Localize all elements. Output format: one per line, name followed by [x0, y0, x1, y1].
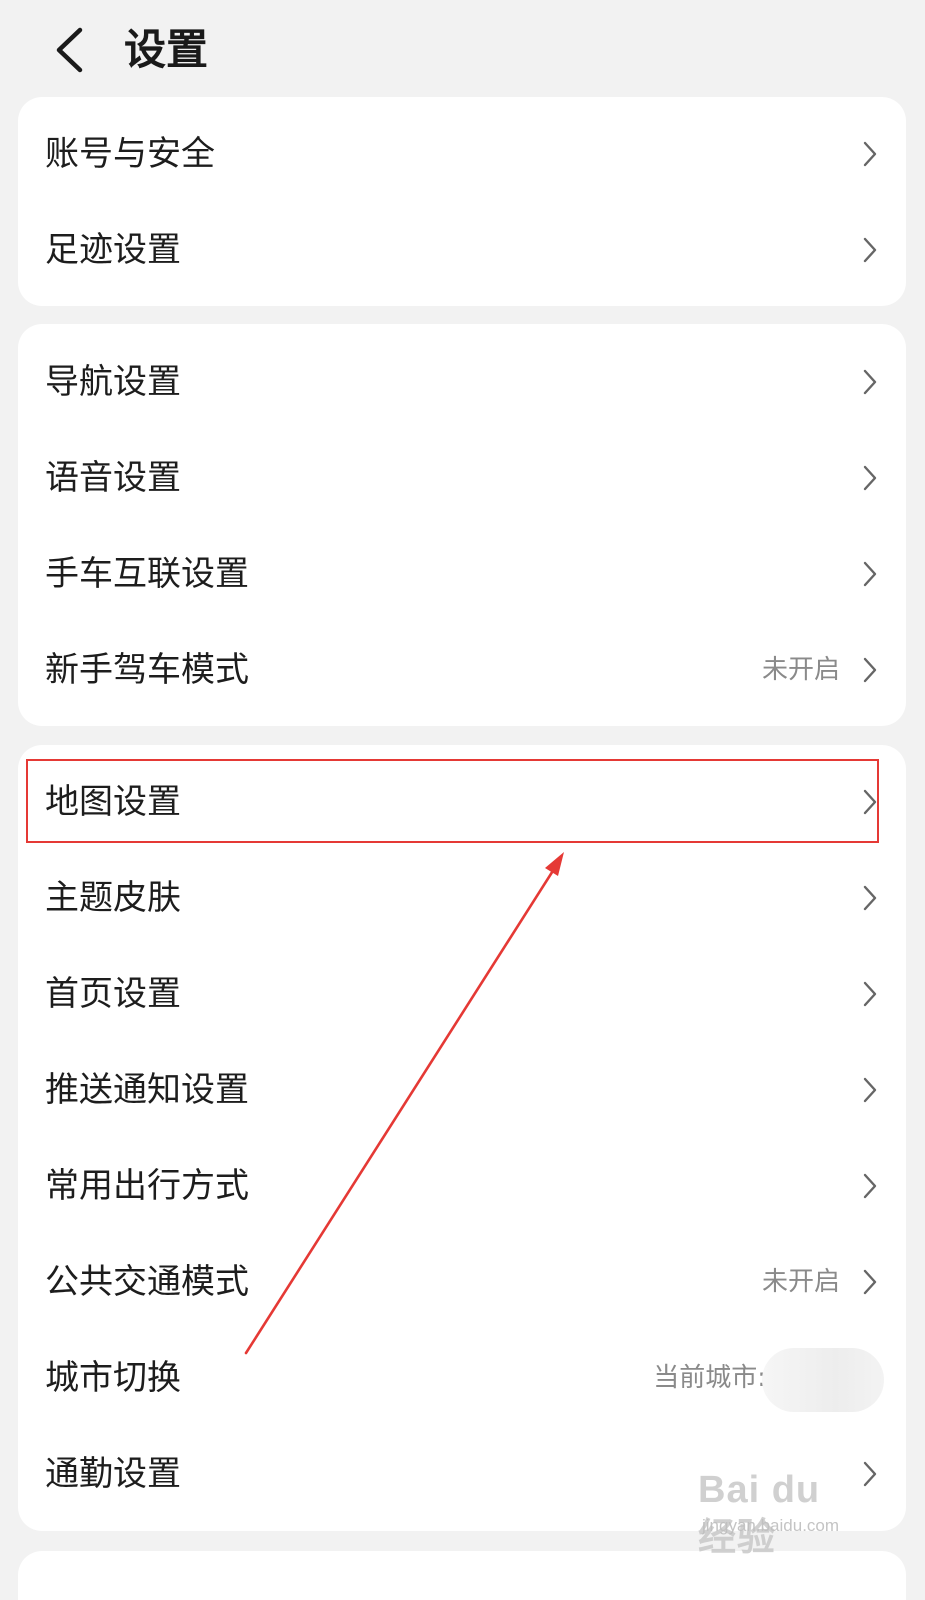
status-value: 未开启: [761, 1267, 840, 1297]
settings-group-more: [18, 1551, 906, 1600]
item-label: 公共交通模式: [45, 1262, 249, 1302]
settings-item-voice[interactable]: 语音设置: [18, 430, 906, 526]
item-label: 城市切换: [45, 1358, 181, 1398]
item-label: 首页设置: [45, 974, 181, 1014]
settings-item-homepage[interactable]: 首页设置: [18, 946, 906, 1042]
item-label: 新手驾车模式: [45, 650, 249, 690]
chevron-left-icon: [56, 27, 83, 73]
blurred-city-name: [762, 1348, 884, 1412]
settings-group-account: 账号与安全 足迹设置: [18, 97, 906, 306]
chevron-right-icon: [863, 561, 877, 587]
current-city-value: 当前城市:: [653, 1363, 766, 1393]
settings-item-footprint[interactable]: 足迹设置: [18, 202, 906, 298]
settings-item-car-link[interactable]: 手车互联设置: [18, 526, 906, 622]
chevron-right-icon: [863, 789, 877, 815]
status-value: 未开启: [761, 655, 840, 685]
item-label: 足迹设置: [45, 230, 181, 270]
item-label: 地图设置: [45, 782, 181, 822]
chevron-right-icon: [863, 981, 877, 1007]
item-label: 推送通知设置: [45, 1070, 249, 1110]
settings-item-push-notifications[interactable]: 推送通知设置: [18, 1042, 906, 1138]
item-label: 常用出行方式: [45, 1166, 249, 1206]
settings-item-map[interactable]: 地图设置: [18, 754, 906, 850]
settings-item-public-transit[interactable]: 公共交通模式 未开启: [18, 1234, 906, 1330]
settings-group-navigation: 导航设置 语音设置 手车互联设置 新手驾车模式 未开启: [18, 324, 906, 726]
back-button[interactable]: [44, 22, 94, 78]
item-label: 通勤设置: [45, 1454, 181, 1494]
item-label: 手车互联设置: [45, 554, 249, 594]
chevron-right-icon: [863, 369, 877, 395]
page-title: 设置: [124, 25, 209, 74]
chevron-right-icon: [863, 1461, 877, 1487]
chevron-right-icon: [863, 141, 877, 167]
chevron-right-icon: [863, 657, 877, 683]
settings-item-theme-skin[interactable]: 主题皮肤: [18, 850, 906, 946]
chevron-right-icon: [863, 1077, 877, 1103]
settings-group-map: 地图设置 主题皮肤 首页设置 推送通知设置 常用出行方式 公共交通模式 未开启 …: [18, 745, 906, 1531]
settings-item-travel-mode[interactable]: 常用出行方式: [18, 1138, 906, 1234]
settings-item-commute[interactable]: 通勤设置: [18, 1426, 906, 1522]
settings-page: 设置 账号与安全 足迹设置 导航设置 语音设置 手车互联设置 新手驾车模式 未开…: [0, 0, 925, 1600]
settings-item-novice-driving[interactable]: 新手驾车模式 未开启: [18, 622, 906, 718]
settings-item-navigation[interactable]: 导航设置: [18, 334, 906, 430]
item-label: 语音设置: [45, 458, 181, 498]
chevron-right-icon: [863, 237, 877, 263]
chevron-right-icon: [863, 465, 877, 491]
header: 设置: [0, 0, 925, 98]
chevron-right-icon: [863, 885, 877, 911]
settings-item-city-switch[interactable]: 城市切换 当前城市:: [18, 1330, 906, 1426]
item-label: 账号与安全: [45, 134, 215, 174]
item-label: 导航设置: [45, 362, 181, 402]
chevron-right-icon: [863, 1173, 877, 1199]
chevron-right-icon: [863, 1269, 877, 1295]
item-label: 主题皮肤: [45, 878, 181, 918]
settings-item-account-security[interactable]: 账号与安全: [18, 106, 906, 202]
